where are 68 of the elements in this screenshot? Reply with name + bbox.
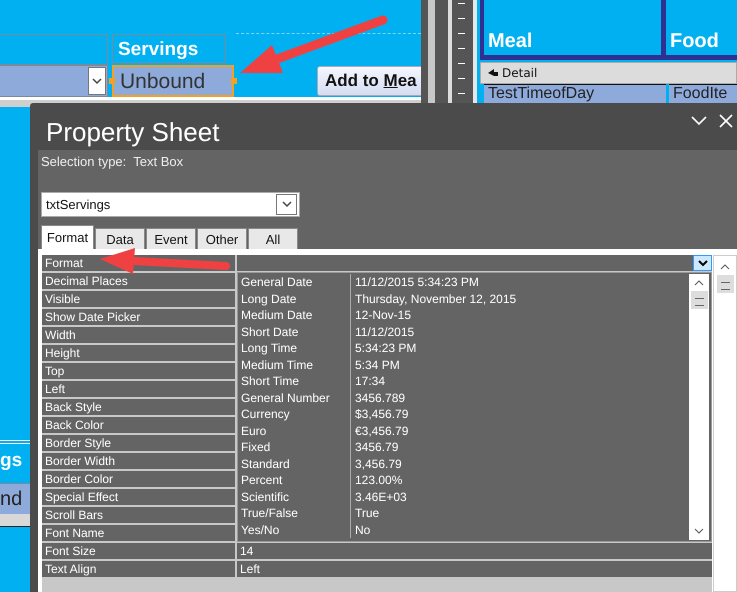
list-option[interactable]: Medium Date 12-Nov-15 (238, 307, 689, 324)
tab[interactable]: Event (146, 228, 196, 249)
list-option[interactable]: Scientific 3.46E+03 (238, 488, 689, 505)
property-label: Border Color (42, 471, 235, 487)
dropdown-button[interactable] (693, 255, 712, 271)
text-box[interactable]: Unbound (112, 65, 234, 97)
property-label: Back Color (42, 417, 235, 433)
text-box[interactable]: nd (0, 483, 30, 514)
header-label: Meal (484, 0, 661, 55)
tab[interactable]: Format (41, 225, 94, 249)
chevron-down-icon[interactable] (694, 528, 704, 534)
list-option[interactable]: Yes/No No (238, 522, 689, 538)
property-label: Left (42, 381, 235, 397)
section-label: Detail (502, 66, 538, 80)
property-label: Font Name (42, 525, 235, 541)
list-option[interactable]: Medium Time 5:34 PM (238, 356, 689, 373)
scrollbar[interactable] (713, 255, 737, 592)
scroll-thumb[interactable] (716, 275, 734, 293)
tab[interactable]: All (248, 228, 298, 249)
list-option[interactable]: Long Time 5:34:23 PM (238, 340, 689, 356)
list-option[interactable]: Standard 3,456.79 (238, 456, 689, 472)
list-option[interactable]: Short Time 17:34 (238, 373, 689, 390)
scrollbar[interactable] (689, 274, 709, 540)
servings-label: Servings (112, 34, 226, 63)
add-button[interactable]: Add to Mea (317, 66, 421, 96)
scroll-thumb[interactable] (690, 291, 708, 309)
list-option[interactable]: General Number 3456.789 (238, 390, 689, 406)
list-option[interactable]: Long Date Thursday, November 12, 2015 (238, 290, 689, 307)
property-label: Special Effect (42, 489, 235, 505)
selection-type-text: Selection type: Text Box (40, 153, 184, 169)
chevron-down-icon (92, 78, 102, 84)
property-label: Scroll Bars (42, 507, 235, 523)
property-label: Height (42, 345, 235, 361)
property-label: Border Style (42, 435, 235, 451)
list-option[interactable]: Short Date 11/12/2015 (238, 324, 689, 340)
section-icon (487, 68, 499, 78)
list-option[interactable]: Currency $3,456.79 (238, 406, 689, 422)
property-label: Visible (42, 291, 235, 307)
property-label: Decimal Places (42, 273, 235, 289)
property-label: Border Width (42, 453, 235, 469)
chevron-down-icon (698, 260, 708, 266)
chevron-up-icon[interactable] (694, 280, 704, 286)
close-icon[interactable] (719, 114, 733, 128)
chevron-up-icon[interactable] (720, 264, 730, 270)
list-option[interactable]: True/False True (238, 505, 689, 522)
list-option[interactable]: Euro €3,456.79 (238, 422, 689, 439)
section-bar (0, 514, 30, 527)
property-value[interactable]: Left (237, 561, 712, 577)
property-label: Top (42, 363, 235, 379)
object-combo-box[interactable]: txtServings (41, 192, 300, 217)
header-label: Food (666, 0, 737, 55)
tab[interactable]: Data (95, 228, 145, 249)
chevron-down-icon (282, 201, 292, 208)
property-value[interactable] (237, 255, 712, 271)
list-option[interactable]: Percent 123.00% (238, 472, 689, 488)
property-value[interactable]: 14 (237, 543, 712, 559)
property-label: Text Align (42, 561, 235, 577)
tab[interactable]: Other (197, 228, 247, 249)
window-title: Property Sheet (46, 116, 220, 148)
list-option[interactable]: Fixed 3456.79 (238, 439, 689, 456)
combo-box[interactable] (0, 65, 108, 97)
dropdown-button[interactable] (88, 67, 106, 95)
property-label: Back Style (42, 399, 235, 415)
dropdown-button[interactable] (276, 194, 297, 215)
list-option[interactable]: General Date 11/12/2015 5:34:23 PM (238, 274, 689, 290)
property-label: Width (42, 327, 235, 343)
property-label: Show Date Picker (42, 309, 235, 325)
property-label: Font Size (42, 543, 235, 559)
